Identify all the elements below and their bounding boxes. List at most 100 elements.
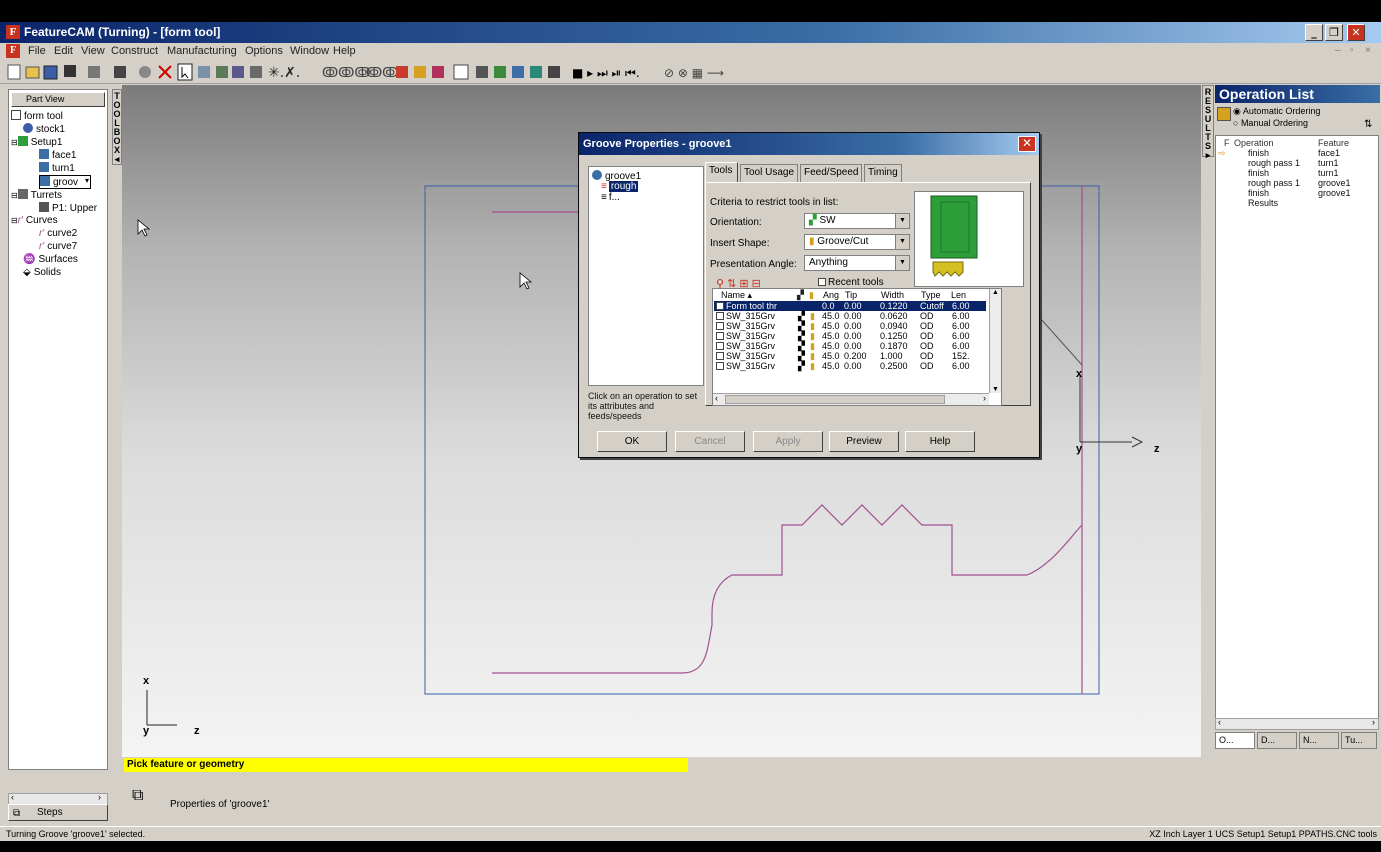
preview-button[interactable]: Preview: [829, 431, 899, 452]
maximize-button[interactable]: ❐: [1325, 24, 1343, 41]
presentation-angle-select[interactable]: Anything ▼: [804, 255, 910, 271]
minimize-button[interactable]: _: [1305, 24, 1323, 41]
tree-node-stock1[interactable]: stock1: [23, 123, 65, 135]
col-name[interactable]: Name ▴: [721, 290, 752, 301]
tool-checkbox[interactable]: [716, 332, 724, 340]
scroll-left-icon[interactable]: ‹: [11, 792, 14, 802]
tool-checkbox[interactable]: [716, 302, 724, 310]
tree-node-finish[interactable]: ≡ f...: [601, 192, 620, 203]
operation-list-scrollbar[interactable]: ‹ ›: [1215, 717, 1379, 730]
tree-node-surfaces[interactable]: ♒ Surfaces: [23, 254, 78, 265]
tree-node-form-tool[interactable]: form tool: [11, 110, 63, 122]
part-view-button[interactable]: Part View: [11, 92, 105, 107]
tab-feed-speed[interactable]: Feed/Speed: [800, 164, 862, 182]
orientation-col-icon[interactable]: ▞: [797, 290, 804, 301]
operation-list[interactable]: F Operation Feature ⇨ finish face1 rough …: [1215, 135, 1379, 719]
mdi-close-icon[interactable]: ×: [1365, 45, 1371, 56]
tree-node-rough[interactable]: ≡ rough: [601, 181, 639, 192]
tab-nc-code[interactable]: N...: [1299, 732, 1339, 749]
mdi-minimize-icon[interactable]: –: [1335, 45, 1341, 56]
tool-checkbox[interactable]: [716, 342, 724, 350]
properties-icon[interactable]: ⧉: [132, 787, 143, 805]
tool-checkbox[interactable]: [716, 322, 724, 330]
tab-timing[interactable]: Timing: [864, 164, 902, 182]
tree-node-solids[interactable]: ⬙ Solids: [23, 267, 61, 278]
toolbox-tab[interactable]: T O O L B O X ◂: [112, 89, 122, 165]
col-len[interactable]: Len: [951, 290, 966, 300]
tree-node-face1[interactable]: face1: [39, 149, 76, 161]
tab-tools[interactable]: Tu...: [1341, 732, 1377, 749]
chevron-down-icon[interactable]: ▾: [85, 176, 89, 185]
sort-icon[interactable]: ⇅: [1364, 119, 1372, 130]
tab-operations[interactable]: O...: [1215, 732, 1255, 749]
scroll-right-icon[interactable]: ›: [98, 792, 101, 802]
col-type[interactable]: Type: [921, 290, 941, 300]
lock-icon[interactable]: [1217, 107, 1231, 121]
col-width[interactable]: Width: [881, 290, 904, 300]
tool-row[interactable]: SW_315Grv ▞ ▮ 45.0 0.00 0.1250 OD 6.00: [714, 331, 986, 341]
menu-window[interactable]: Window: [290, 45, 329, 57]
col-operation[interactable]: Operation: [1234, 138, 1274, 148]
automatic-ordering-radio[interactable]: ◉ Automatic Ordering: [1233, 106, 1320, 117]
scroll-down-icon[interactable]: ▼: [992, 386, 999, 393]
menu-construct[interactable]: Construct: [111, 45, 158, 57]
insert-shape-select[interactable]: ▮ Groove/Cut ▼: [804, 234, 910, 250]
operation-tree[interactable]: groove1 ≡ rough ≡ f...: [588, 166, 704, 386]
tool-checkbox[interactable]: [716, 362, 724, 370]
tool-row[interactable]: Form tool thr 0.0 0.00 0.1220 Cutoff 6.0…: [714, 301, 986, 311]
chevron-down-icon[interactable]: ▼: [895, 214, 909, 228]
mdi-restore-icon[interactable]: ▫: [1350, 45, 1354, 56]
tree-node-turrets[interactable]: ⊟ Turrets: [11, 189, 62, 201]
tree-node-turn1[interactable]: turn1: [39, 162, 75, 174]
tool-table-hscroll[interactable]: ‹ ›: [713, 393, 989, 405]
insert-col-icon[interactable]: ▮: [809, 290, 814, 301]
apply-button[interactable]: Apply: [753, 431, 823, 452]
tree-node-curves[interactable]: ⊟r′ Curves: [11, 215, 58, 226]
menu-options[interactable]: Options: [245, 45, 283, 57]
scroll-left-icon[interactable]: ‹: [1218, 717, 1221, 727]
tool-row[interactable]: SW_315Grv ▞ ▮ 45.0 0.200 1.000 OD 152.: [714, 351, 986, 361]
part-tree[interactable]: Part View form tool stock1 ⊟ Setup1 face1…: [8, 89, 108, 770]
tree-node-curve7[interactable]: r′ curve7: [39, 241, 77, 252]
col-feature[interactable]: Feature: [1318, 138, 1349, 148]
cancel-button[interactable]: Cancel: [675, 431, 745, 452]
tab-tool-usage[interactable]: Tool Usage: [740, 164, 798, 182]
tool-table-vscroll[interactable]: ▲ ▼: [989, 289, 1001, 393]
tree-node-turret-p1[interactable]: P1: Upper: [39, 202, 97, 214]
tool-checkbox[interactable]: [716, 352, 724, 360]
menu-help[interactable]: Help: [333, 45, 356, 57]
col-tip[interactable]: Tip: [845, 290, 857, 300]
tool-row[interactable]: SW_315Grv ▞ ▮ 45.0 0.00 0.1870 OD 6.00: [714, 341, 986, 351]
col-ang[interactable]: Ang: [823, 290, 839, 300]
dialog-close-button[interactable]: ✕: [1018, 136, 1036, 152]
steps-button[interactable]: ⧉ Steps: [8, 804, 108, 821]
menu-manufacturing[interactable]: Manufacturing: [167, 45, 237, 57]
tool-checkbox[interactable]: [716, 312, 724, 320]
tree-node-groove1[interactable]: groov ▾: [39, 175, 92, 189]
scroll-up-icon[interactable]: ▲: [992, 289, 999, 296]
properties-link[interactable]: Properties of 'groove1': [170, 799, 269, 810]
chevron-down-icon[interactable]: ▼: [895, 235, 909, 249]
tab-tools[interactable]: Tools: [705, 162, 738, 183]
scroll-thumb[interactable]: [725, 395, 945, 404]
document-icon[interactable]: F: [6, 44, 20, 58]
scroll-right-icon[interactable]: ›: [983, 393, 986, 403]
featurecam-icon[interactable]: F: [6, 25, 20, 39]
close-button[interactable]: ✕: [1347, 24, 1365, 41]
tree-node-curve2[interactable]: r′ curve2: [39, 228, 77, 239]
tab-details[interactable]: D...: [1257, 732, 1297, 749]
help-button[interactable]: Help: [905, 431, 975, 452]
tool-row[interactable]: SW_315Grv ▞ ▮ 45.0 0.00 0.0940 OD 6.00: [714, 321, 986, 331]
menu-edit[interactable]: Edit: [54, 45, 73, 57]
recent-tools-checkbox[interactable]: Recent tools: [818, 277, 884, 288]
manual-ordering-radio[interactable]: ○ Manual Ordering: [1233, 118, 1308, 128]
results-tab[interactable]: R E S U L T S ▸: [1202, 85, 1214, 160]
chevron-down-icon[interactable]: ▼: [895, 256, 909, 270]
tool-table[interactable]: Name ▴ ▞ ▮ Ang Tip Width Type Len Form t…: [712, 288, 1002, 406]
orientation-select[interactable]: ▞ SW ▼: [804, 213, 910, 229]
menu-file[interactable]: File: [28, 45, 46, 57]
ok-button[interactable]: OK: [597, 431, 667, 452]
tree-node-setup1[interactable]: ⊟ Setup1: [11, 136, 62, 148]
menu-view[interactable]: View: [81, 45, 105, 57]
toolbar-icons[interactable]: ✳.✗. ↂↂↂ ↂↂ ■ ▸ ⏭ ⏯ ⏮. ⊘ ⊗ ▦ ⟶: [4, 60, 764, 84]
